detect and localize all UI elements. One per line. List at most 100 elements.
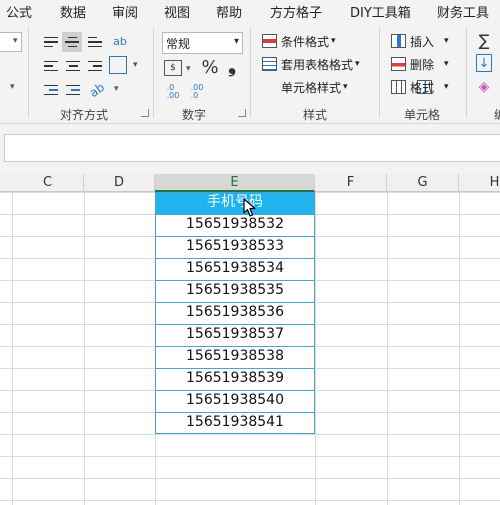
group-separator <box>28 28 29 118</box>
chevron-down-icon: ▾ <box>355 59 360 69</box>
format-cells-button[interactable]: 格式 ▾ <box>391 77 449 97</box>
column-header-c[interactable]: C <box>12 174 84 192</box>
table-cell[interactable]: 15651938540 <box>155 390 315 412</box>
percent-icon[interactable]: % <box>200 56 220 78</box>
insert-cells-icon <box>391 34 406 48</box>
merge-center-icon[interactable] <box>109 56 127 74</box>
menu-bar: 公式 数据 审阅 视图 帮助 方方格子 DIY工具箱 财务工具 <box>0 0 500 22</box>
number-launcher-icon[interactable] <box>238 109 246 117</box>
increase-decimal-icon[interactable]: .0.00 <box>164 82 182 102</box>
clear-eraser-icon[interactable]: ◈ <box>476 78 492 96</box>
align-bottom-icon[interactable] <box>86 32 104 52</box>
table-cell[interactable]: 15651938537 <box>155 324 315 346</box>
grid-hline <box>0 478 500 479</box>
formula-bar-area <box>0 124 500 174</box>
table-cell[interactable]: 15651938535 <box>155 280 315 302</box>
align-top-icon[interactable] <box>42 32 60 52</box>
insert-cells-label: 插入 <box>410 34 435 49</box>
table-row-line <box>155 214 315 215</box>
column-header-d[interactable]: D <box>84 174 155 192</box>
group-label-cells: 单元格 <box>404 108 441 122</box>
insert-cells-button[interactable]: 插入 ▾ <box>391 31 449 51</box>
column-header-row: C D E F G H <box>0 174 500 192</box>
table-row-line <box>155 346 315 347</box>
format-cells-icon <box>391 80 406 94</box>
menu-finance-tools[interactable]: 财务工具 <box>437 2 489 21</box>
number-format-value: 常规 <box>166 37 191 51</box>
table-cell[interactable]: 15651938539 <box>155 368 315 390</box>
font-size-box[interactable] <box>0 32 22 52</box>
column-header-f[interactable]: F <box>315 174 387 192</box>
chevron-down-icon[interactable]: ▾ <box>114 84 119 94</box>
chevron-down-icon[interactable]: ▾ <box>10 82 15 92</box>
table-header-cell[interactable]: 手机号码 <box>155 192 315 214</box>
table-cell[interactable]: 15651938532 <box>155 214 315 236</box>
cell-styles-button[interactable]: 单元格样式 ▾ <box>262 77 432 97</box>
chevron-down-icon[interactable]: ▾ <box>13 36 18 46</box>
group-label-styles: 样式 <box>303 108 328 122</box>
column-header-h[interactable]: H <box>459 174 500 192</box>
grid-vline <box>315 192 316 505</box>
grid-vline <box>12 192 13 505</box>
group-separator <box>153 28 154 118</box>
table-row-line <box>155 258 315 259</box>
decrease-decimal-icon[interactable]: .00.0 <box>188 82 206 102</box>
autosum-icon[interactable]: ∑ <box>476 30 492 50</box>
mouse-cursor-icon <box>243 198 256 217</box>
conditional-formatting-button[interactable]: 条件格式 ▾ <box>262 31 336 51</box>
formula-input[interactable] <box>4 134 500 162</box>
align-center-icon[interactable] <box>64 56 82 76</box>
chevron-down-icon: ▾ <box>444 82 449 92</box>
grid-hline <box>0 500 500 501</box>
align-left-icon[interactable] <box>42 56 60 76</box>
menu-help[interactable]: 帮助 <box>216 2 242 21</box>
alignment-launcher-icon[interactable] <box>141 109 149 117</box>
comma-style-icon[interactable]: ❟ <box>225 53 239 77</box>
menu-review[interactable]: 审阅 <box>112 2 138 21</box>
align-middle-icon[interactable] <box>62 32 82 52</box>
align-right-icon[interactable] <box>86 56 104 76</box>
grid-hline <box>0 456 500 457</box>
delete-cells-icon <box>391 57 406 71</box>
group-label-editing: 编 <box>494 106 500 123</box>
chevron-down-icon: ▾ <box>331 36 336 46</box>
currency-icon[interactable]: $ <box>164 60 182 76</box>
menu-formulas[interactable]: 公式 <box>6 2 32 21</box>
menu-data[interactable]: 数据 <box>60 2 86 21</box>
number-format-select[interactable]: 常规 ▾ <box>162 32 243 54</box>
table-cell[interactable]: 15651938541 <box>155 412 315 434</box>
format-as-table-button[interactable]: 套用表格格式 ▾ <box>262 54 360 74</box>
delete-cells-label: 删除 <box>410 57 435 72</box>
table-row-line <box>155 236 315 237</box>
increase-indent-icon[interactable] <box>64 80 82 100</box>
delete-cells-button[interactable]: 删除 ▾ <box>391 54 449 74</box>
column-header-e[interactable]: E <box>155 174 315 192</box>
decrease-indent-icon[interactable] <box>42 80 60 100</box>
table-row-line <box>155 412 315 413</box>
menu-fangfang-grid[interactable]: 方方格子 <box>270 2 322 21</box>
fill-down-icon[interactable]: ↓ <box>476 54 492 72</box>
ribbon: ▾ ▾ ab ▾ ab ▾ 对齐方式 常规 ▾ $ ▾ % ❟ .0.00 .0… <box>0 22 500 124</box>
grid-hline <box>0 434 500 435</box>
table-cell[interactable]: 15651938534 <box>155 258 315 280</box>
cell-styles-label: 单元格样式 <box>281 80 342 95</box>
table-row-line <box>155 368 315 369</box>
chevron-down-icon: ▾ <box>343 82 348 92</box>
column-header-g[interactable]: G <box>387 174 459 192</box>
table-cell[interactable]: 15651938533 <box>155 236 315 258</box>
group-separator <box>379 28 380 118</box>
chevron-down-icon[interactable]: ▾ <box>133 60 138 70</box>
wrap-text-icon[interactable]: ab <box>109 30 131 52</box>
table-row-line <box>155 390 315 391</box>
excel-window: 公式 数据 审阅 视图 帮助 方方格子 DIY工具箱 财务工具 ▾ ▾ ab ▾… <box>0 0 500 505</box>
chevron-down-icon[interactable]: ▾ <box>186 64 191 74</box>
orientation-icon[interactable]: ab <box>84 77 110 104</box>
table-cell[interactable]: 15651938538 <box>155 346 315 368</box>
menu-view[interactable]: 视图 <box>164 2 190 21</box>
menu-diy-toolbox[interactable]: DIY工具箱 <box>350 2 411 21</box>
group-separator <box>466 28 467 118</box>
conditional-formatting-label: 条件格式 <box>281 34 330 49</box>
grid-vline <box>84 192 85 505</box>
table-row-line <box>155 302 315 303</box>
table-cell[interactable]: 15651938536 <box>155 302 315 324</box>
